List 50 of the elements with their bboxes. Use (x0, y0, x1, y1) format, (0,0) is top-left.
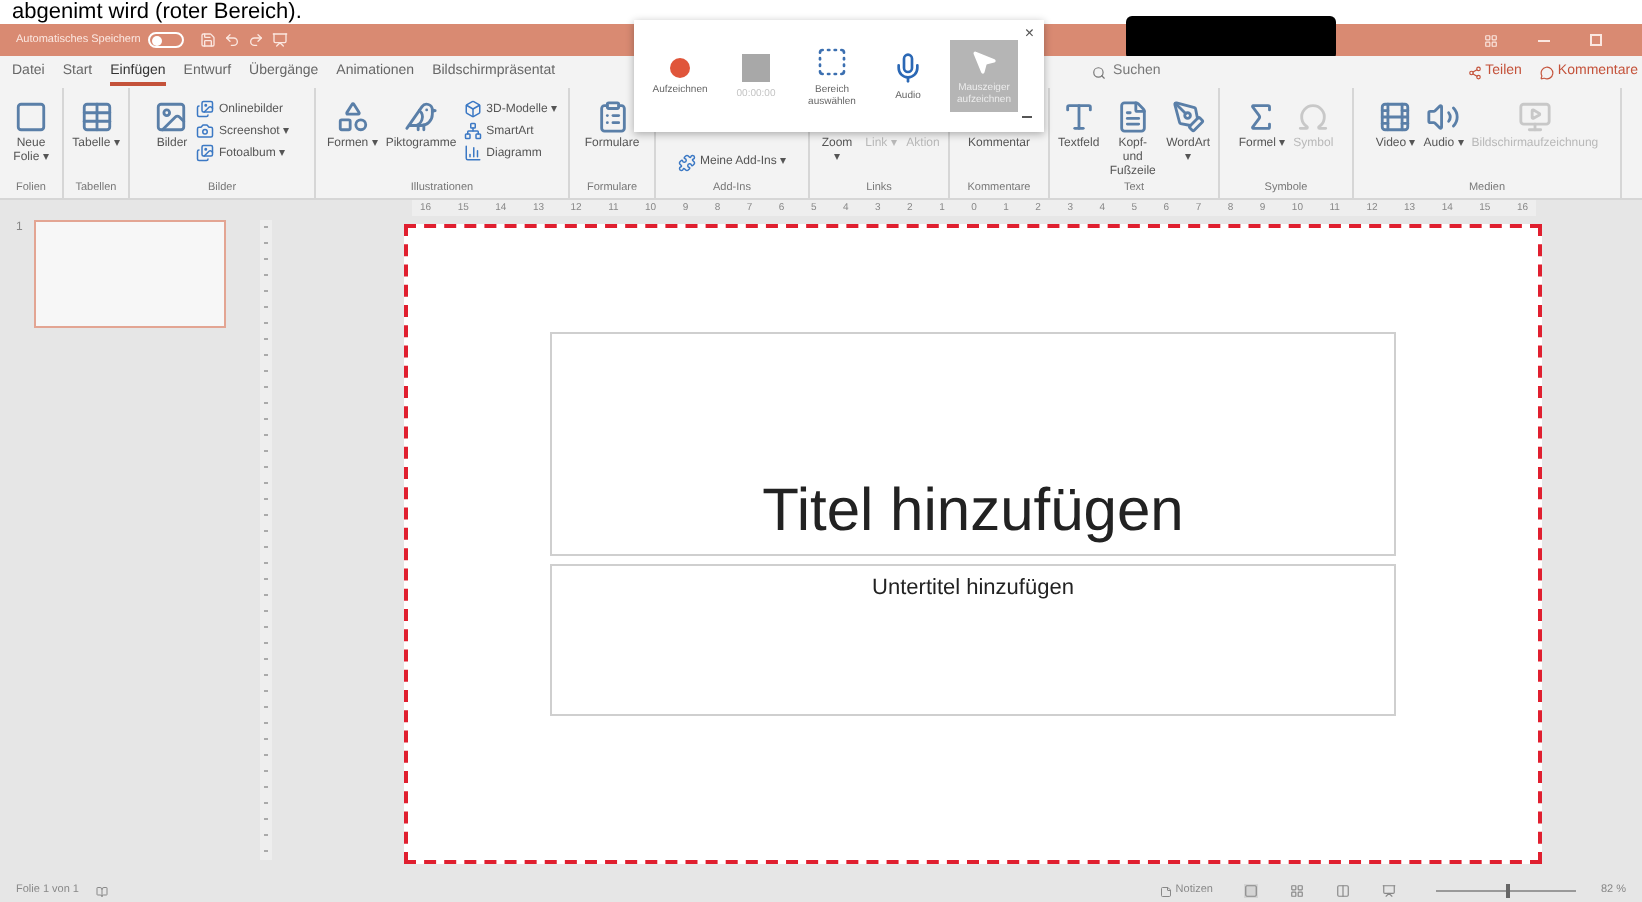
save-icon[interactable] (200, 32, 217, 48)
screen-recording-icon (1517, 100, 1552, 134)
network-icon (464, 122, 483, 140)
puzzle-icon (677, 153, 696, 171)
caption-text: abgenimt wird (roter Bereich). (12, 0, 302, 24)
cube-icon (464, 100, 483, 118)
grid-view-icon[interactable] (1290, 884, 1305, 898)
normal-view-icon[interactable] (1244, 884, 1259, 898)
stop-icon (742, 53, 770, 81)
title-placeholder[interactable]: Titel hinzufügen (550, 332, 1396, 556)
ribbon-display-icon[interactable] (1484, 33, 1498, 47)
redo-icon[interactable] (248, 32, 265, 48)
images-icon (196, 100, 215, 118)
title-text: Titel hinzufügen (762, 482, 1184, 542)
images-icon (196, 144, 215, 162)
undo-icon[interactable] (224, 32, 241, 48)
bar-chart-icon (464, 144, 483, 162)
clipboard-icon (595, 100, 629, 134)
area-select-icon (816, 45, 848, 77)
subtitle-text: Untertitel hinzufügen (872, 574, 1074, 604)
autosave-toggle[interactable] (148, 32, 185, 48)
text-box-icon (1061, 100, 1096, 134)
zoom-thumb[interactable] (1506, 884, 1511, 898)
document-icon (1115, 100, 1150, 134)
pointer-icon (970, 47, 998, 75)
slideshow-icon[interactable] (1382, 884, 1397, 898)
notes-icon (1159, 885, 1172, 897)
microphone-icon (892, 51, 924, 83)
comment-icon (1539, 65, 1554, 79)
restore-icon[interactable] (1590, 34, 1602, 46)
omega-icon (1296, 100, 1331, 134)
book-icon[interactable] (95, 885, 107, 897)
slide-thumbnail[interactable] (34, 220, 227, 328)
close-icon[interactable]: × (1024, 26, 1034, 42)
square-icon (14, 100, 48, 134)
bird-icon (403, 100, 438, 134)
table-icon (79, 100, 113, 134)
minimize-icon[interactable] (1538, 39, 1550, 41)
record-icon (670, 57, 690, 77)
film-icon (1378, 100, 1413, 134)
camera-icon (196, 122, 215, 140)
image-icon (154, 100, 189, 134)
shapes-icon (335, 100, 370, 134)
subtitle-placeholder[interactable]: Untertitel hinzufügen (550, 564, 1396, 716)
speaker-icon (1426, 100, 1461, 134)
pen-icon (1171, 100, 1206, 134)
presentation-icon[interactable] (272, 32, 289, 48)
share-icon (1467, 65, 1482, 79)
reading-view-icon[interactable] (1336, 884, 1351, 898)
search-icon (1091, 65, 1106, 79)
